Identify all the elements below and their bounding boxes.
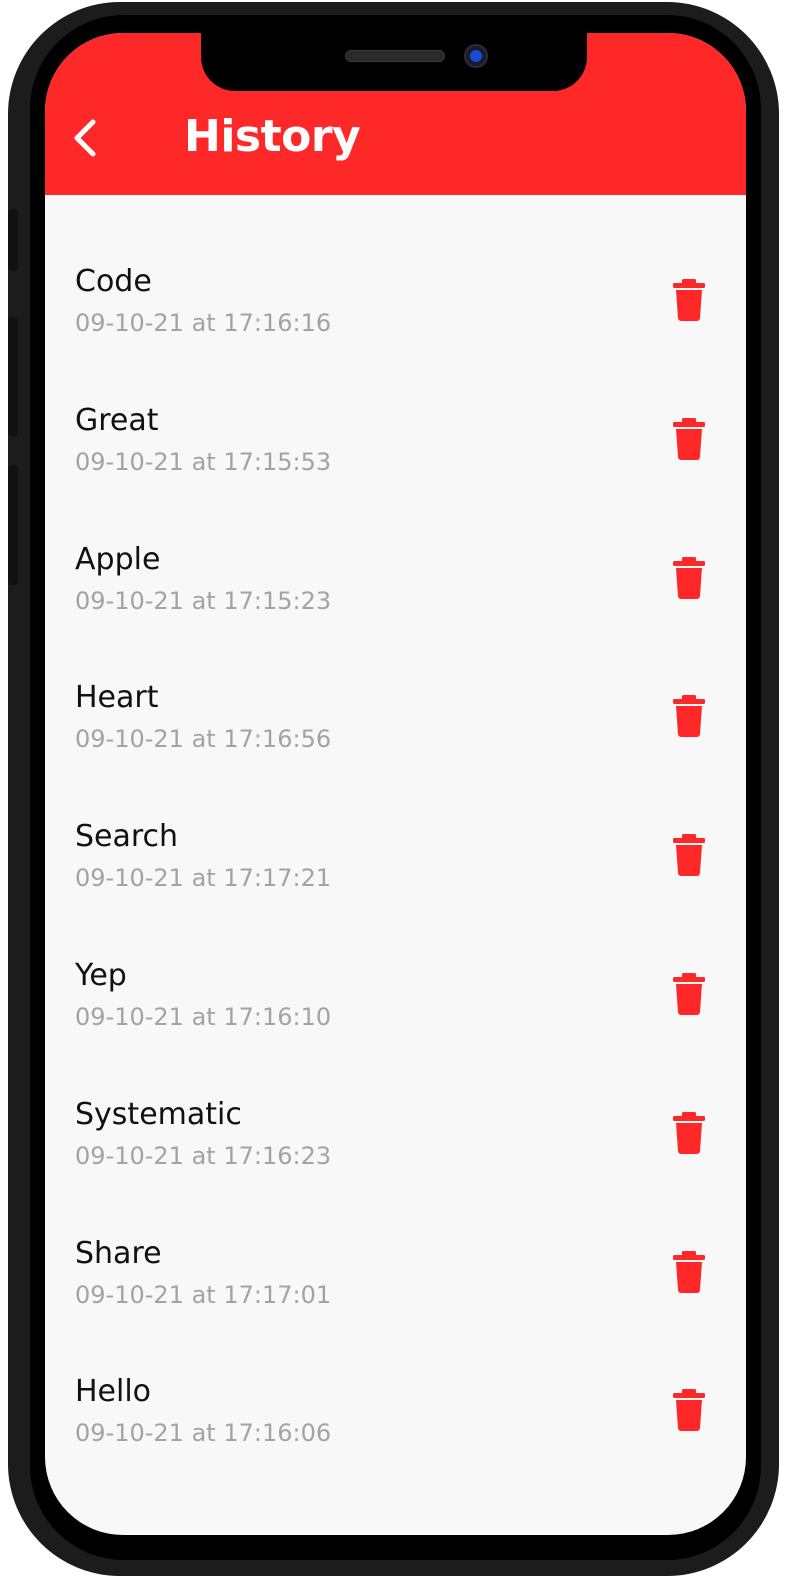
history-list-item[interactable]: Search 09-10-21 at 17:17:21 bbox=[45, 750, 746, 892]
history-list-item[interactable]: Yep 09-10-21 at 17:16:10 bbox=[45, 889, 746, 1031]
history-list-item[interactable]: Apple 09-10-21 at 17:15:23 bbox=[45, 473, 746, 615]
history-word: Heart bbox=[75, 680, 159, 716]
delete-button[interactable] bbox=[669, 556, 709, 600]
earpiece-speaker bbox=[345, 50, 445, 62]
trash-icon bbox=[673, 1111, 705, 1154]
delete-button[interactable] bbox=[669, 833, 709, 877]
trash-icon bbox=[673, 834, 705, 877]
delete-button[interactable] bbox=[669, 278, 709, 322]
trash-icon bbox=[673, 279, 705, 321]
history-list-item[interactable]: Systematic 09-10-21 at 17:16:23 bbox=[45, 1028, 746, 1170]
delete-button[interactable] bbox=[669, 417, 709, 461]
chevron-left-icon bbox=[74, 119, 96, 157]
trash-icon bbox=[673, 973, 705, 1015]
history-word: Great bbox=[75, 402, 159, 438]
trash-icon bbox=[673, 556, 705, 599]
delete-button[interactable] bbox=[669, 1250, 709, 1294]
history-list-item[interactable]: Heart 09-10-21 at 17:16:56 bbox=[45, 611, 746, 753]
front-camera bbox=[464, 44, 488, 68]
delete-button[interactable] bbox=[669, 694, 709, 738]
trash-icon bbox=[673, 1250, 705, 1293]
history-list-item[interactable]: Code 09-10-21 at 17:16:16 bbox=[45, 195, 746, 337]
history-word: Hello bbox=[75, 1374, 152, 1410]
mute-switch bbox=[8, 209, 18, 271]
history-list-item[interactable]: Great 09-10-21 at 17:15:53 bbox=[45, 334, 746, 476]
history-timestamp: 09-10-21 at 17:16:06 bbox=[75, 1419, 332, 1448]
trash-icon bbox=[673, 417, 705, 460]
history-word: Yep bbox=[75, 958, 127, 993]
trash-icon bbox=[673, 695, 705, 738]
history-word: Apple bbox=[75, 541, 161, 577]
device-notch bbox=[201, 33, 587, 91]
history-word: Share bbox=[75, 1235, 162, 1271]
delete-button[interactable] bbox=[669, 1111, 709, 1155]
history-list-item[interactable]: Hello 09-10-21 at 17:16:06 bbox=[45, 1305, 746, 1447]
volume-down-button bbox=[8, 465, 18, 585]
trash-icon bbox=[673, 1389, 705, 1432]
app-screen: History Code 09-10-21 at 17:16:16 Great … bbox=[45, 33, 746, 1535]
delete-button[interactable] bbox=[669, 972, 709, 1016]
page-title: History bbox=[184, 111, 361, 162]
back-button[interactable] bbox=[67, 116, 111, 164]
delete-button[interactable] bbox=[669, 1388, 709, 1432]
volume-up-button bbox=[8, 317, 18, 437]
history-list-item[interactable]: Share 09-10-21 at 17:17:01 bbox=[45, 1167, 746, 1309]
history-word: Search bbox=[75, 819, 179, 855]
history-word: Systematic bbox=[75, 1096, 242, 1132]
history-word: Code bbox=[75, 264, 152, 299]
